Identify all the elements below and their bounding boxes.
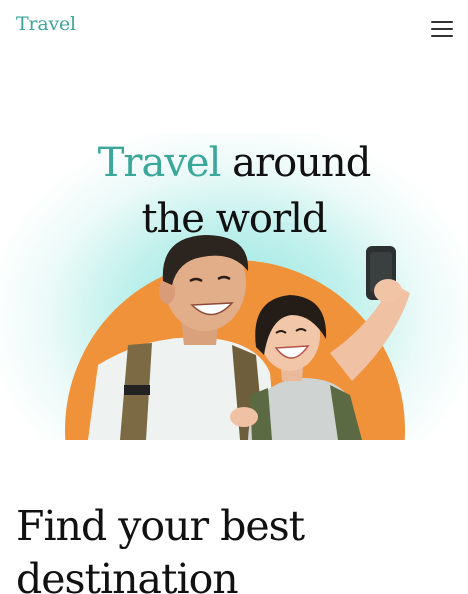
menu-line xyxy=(431,28,453,30)
menu-line xyxy=(431,21,453,23)
menu-line xyxy=(431,35,453,37)
hero-title-line2: the world xyxy=(141,196,327,242)
brand-logo-link[interactable]: Travel xyxy=(16,13,76,35)
hero-title: Travel around the world xyxy=(0,135,468,247)
section-title: Find your best destination xyxy=(16,502,305,594)
hero-banner: Travel around the world xyxy=(0,133,468,440)
hero-title-highlight: Travel xyxy=(97,140,222,186)
hero-title-rest: around xyxy=(220,140,371,186)
hamburger-menu-icon[interactable] xyxy=(426,16,458,42)
site-header: Travel xyxy=(0,0,468,56)
page: Travel Travel around the world Find your… xyxy=(0,0,468,594)
